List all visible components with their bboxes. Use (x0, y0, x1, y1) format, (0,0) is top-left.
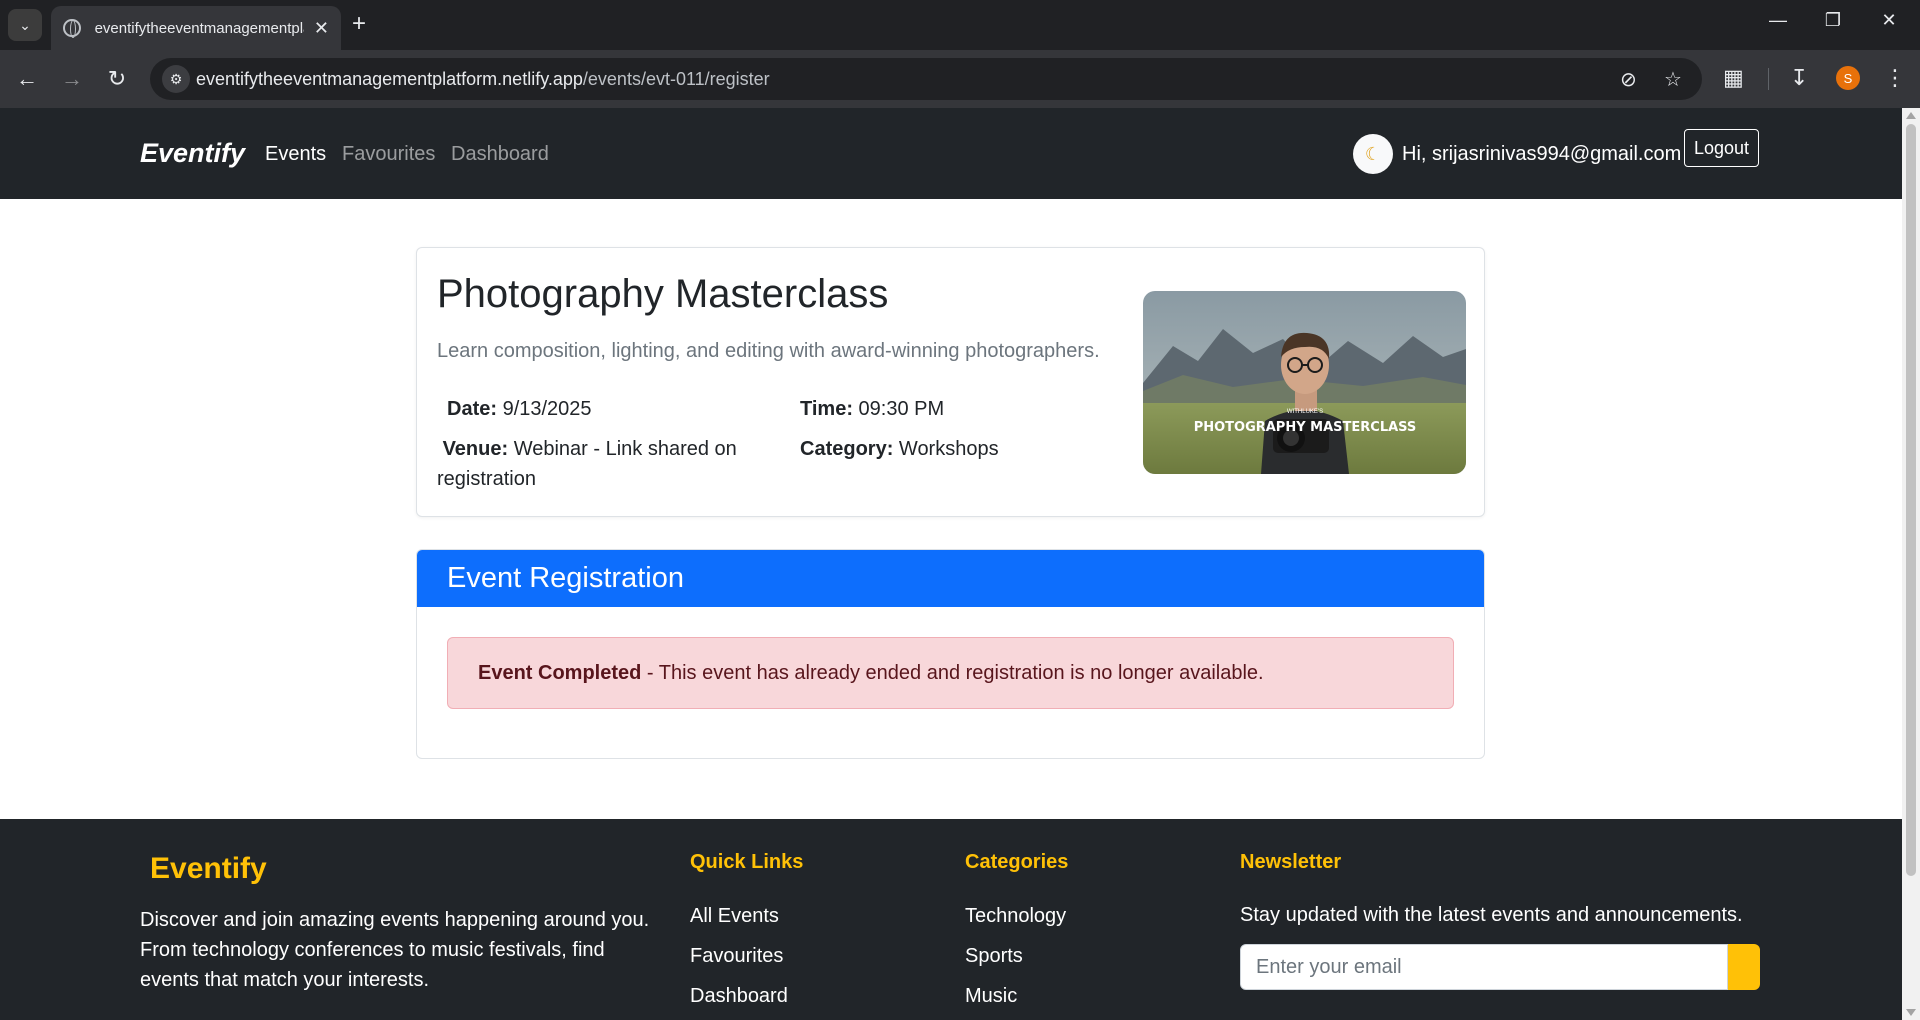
download-icon[interactable]: ↧ (1790, 65, 1808, 91)
star-icon[interactable]: ☆ (1664, 67, 1682, 92)
event-details-card: Photography Masterclass Learn compositio… (416, 247, 1485, 517)
category-label: Category: (800, 438, 894, 460)
footer-link-all-events[interactable]: All Events (690, 905, 779, 928)
event-photo-graphic: WITHLUKE'S PHOTOGRAPHY MASTERCLASS (1143, 291, 1466, 474)
close-icon[interactable]: ✕ (314, 18, 329, 39)
browser-toolbar: ← → ↻ ⚙ eventifytheeventmanagementplatfo… (0, 50, 1920, 108)
newsletter-title: Newsletter (1240, 851, 1342, 873)
reload-icon[interactable]: ↻ (103, 66, 131, 92)
registration-card: Event Registration Event Completed - Thi… (416, 549, 1485, 759)
nav-link-favourites[interactable]: Favourites (342, 143, 435, 166)
footer-category-sports[interactable]: Sports (965, 945, 1023, 968)
event-image: WITHLUKE'S PHOTOGRAPHY MASTERCLASS (1143, 291, 1466, 474)
event-description: Learn composition, lighting, and editing… (437, 340, 1100, 362)
venue-value-line2: registration (437, 468, 536, 490)
event-date: Date: 9/13/2025 (447, 394, 592, 424)
footer-about-line2: From technology conferences to music fes… (140, 939, 605, 961)
globe-icon (63, 19, 81, 38)
browser-tab[interactable]: eventifytheeventmanagementplatform ✕ (51, 6, 341, 50)
footer-about-line3: events that match your interests. (140, 969, 430, 991)
scroll-down-icon[interactable] (1906, 1009, 1916, 1016)
venue-label: Venue: (442, 438, 509, 460)
browser-tab-bar: ⌄ eventifytheeventmanagementplatform ✕ +… (0, 0, 1920, 50)
image-caption: PHOTOGRAPHY MASTERCLASS (1194, 420, 1417, 435)
venue-value-line1: Webinar - Link shared on (513, 438, 737, 460)
moon-icon[interactable]: ☾ (1353, 134, 1393, 174)
footer-link-dashboard[interactable]: Dashboard (690, 985, 788, 1008)
newsletter-email-input[interactable] (1240, 944, 1728, 990)
event-venue: Venue: Webinar - Link shared on registra… (437, 434, 777, 494)
registration-title: Event Registration (447, 562, 684, 594)
nav-link-events[interactable]: Events (265, 143, 326, 166)
minimize-icon[interactable]: — (1763, 10, 1793, 31)
categories-title: Categories (965, 851, 1069, 873)
logout-button[interactable]: Logout (1684, 129, 1760, 167)
time-label: Time: (800, 398, 853, 420)
event-category: Category: Workshops (800, 434, 999, 464)
eye-off-icon[interactable]: ⊘ (1620, 67, 1637, 92)
navbar-brand[interactable]: Eventify (140, 138, 245, 169)
app-navbar: Eventify Events Favourites Dashboard ☾ H… (0, 108, 1902, 199)
url-text[interactable]: eventifytheeventmanagementplatform.netli… (196, 69, 770, 90)
time-value: 09:30 PM (858, 398, 945, 420)
user-greeting: Hi, srijasrinivas994@gmail.com (1402, 143, 1682, 165)
page-scrollbar[interactable] (1902, 108, 1920, 1020)
restore-icon[interactable]: ❐ (1818, 10, 1848, 31)
date-value: 9/13/2025 (502, 398, 592, 420)
toolbar-divider (1768, 68, 1769, 90)
nav-link-dashboard[interactable]: Dashboard (451, 143, 549, 166)
page-viewport: Eventify Events Favourites Dashboard ☾ H… (0, 108, 1902, 1020)
footer-category-technology[interactable]: Technology (965, 905, 1066, 928)
footer-category-music[interactable]: Music (965, 985, 1017, 1008)
url-path: /events/evt-011/register (582, 69, 770, 89)
event-title: Photography Masterclass (437, 272, 889, 316)
tab-title: eventifytheeventmanagementplatform (94, 19, 304, 37)
scrollbar-thumb[interactable] (1906, 124, 1916, 876)
extensions-icon[interactable]: ▦ (1723, 65, 1744, 91)
newsletter-text: Stay updated with the latest events and … (1240, 904, 1743, 926)
new-tab-icon[interactable]: + (352, 11, 366, 37)
url-host: eventifytheeventmanagementplatform.netli… (196, 69, 583, 89)
back-icon[interactable]: ← (13, 66, 41, 92)
date-label: Date: (447, 398, 498, 420)
image-caption-small: WITHLUKE'S (1287, 409, 1323, 415)
address-bar[interactable]: ⚙ eventifytheeventmanagementplatform.net… (150, 58, 1702, 100)
site-footer: Eventify Discover and join amazing event… (0, 819, 1902, 1020)
registration-header: Event Registration (417, 550, 1484, 607)
window-close-icon[interactable]: ✕ (1874, 10, 1904, 31)
category-value: Workshops (898, 438, 999, 460)
alert-strong: Event Completed (478, 662, 642, 684)
event-time: Time: 09:30 PM (800, 394, 944, 424)
tab-list-icon[interactable]: ⌄ (8, 9, 42, 41)
footer-brand: Eventify (150, 852, 267, 885)
forward-icon[interactable]: → (58, 66, 86, 92)
kebab-menu-icon[interactable]: ⋮ (1884, 65, 1906, 91)
quick-links-title: Quick Links (690, 851, 804, 873)
footer-link-favourites[interactable]: Favourites (690, 945, 783, 968)
scroll-up-icon[interactable] (1906, 112, 1916, 119)
profile-avatar[interactable]: S (1836, 66, 1860, 90)
newsletter-subscribe-button[interactable] (1728, 944, 1760, 990)
alert-text: - This event has already ended and regis… (641, 662, 1264, 684)
footer-about-line1: Discover and join amazing events happeni… (140, 909, 650, 931)
site-info-icon[interactable]: ⚙ (162, 65, 190, 93)
footer-about: Discover and join amazing events happeni… (140, 905, 670, 995)
event-completed-alert: Event Completed - This event has already… (447, 637, 1454, 709)
